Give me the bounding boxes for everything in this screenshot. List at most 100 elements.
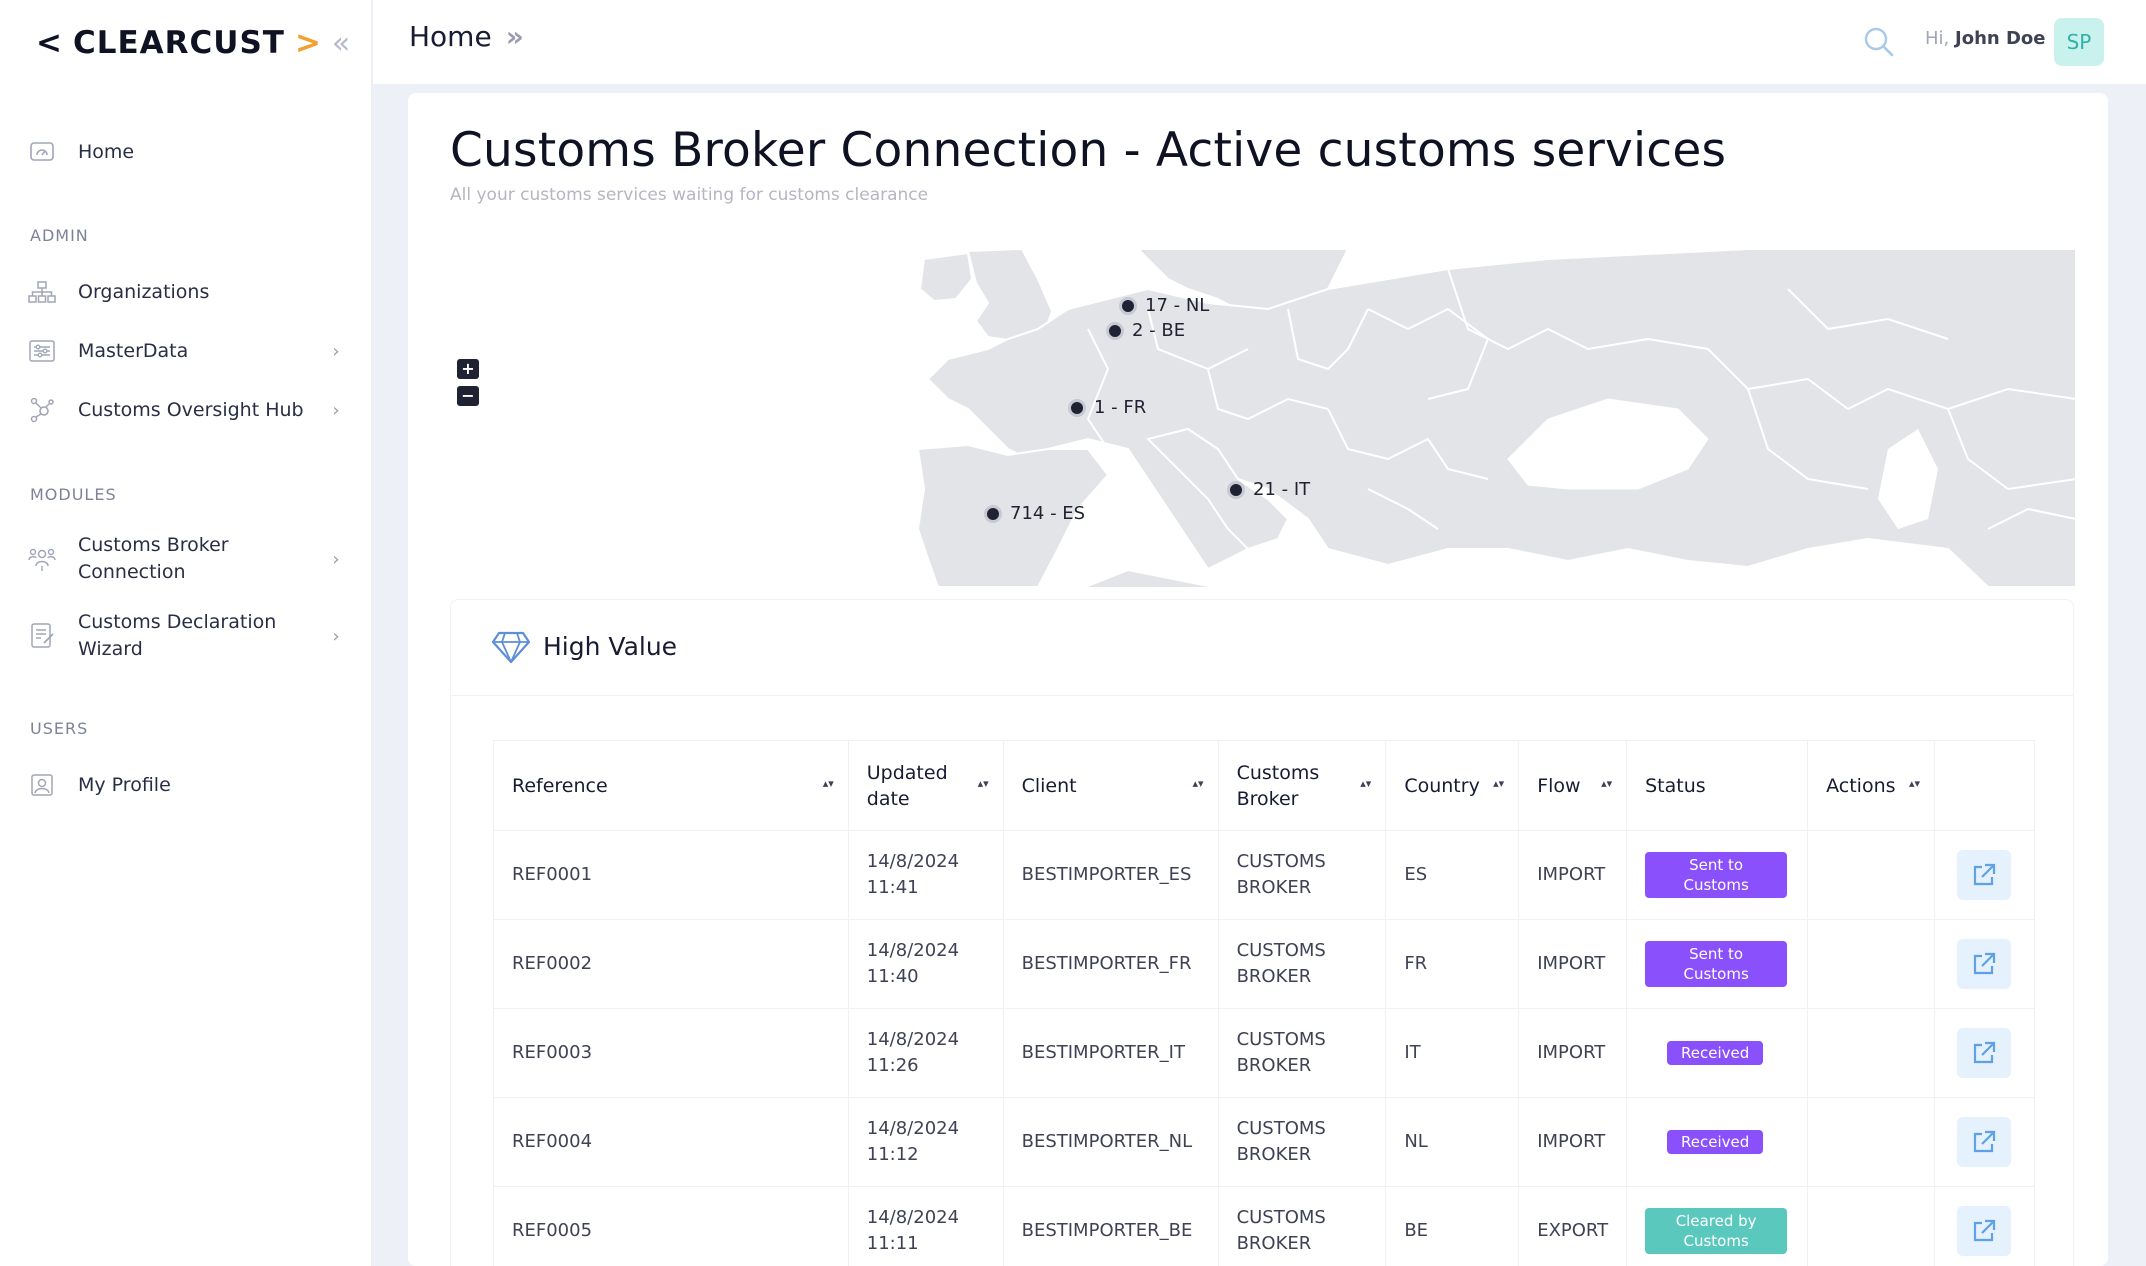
cell-reference: REF0001 — [493, 830, 849, 920]
column-header-actions[interactable]: Actions ▴▾ — [1807, 740, 1935, 831]
cell-broker-line-1: CUSTOMS — [1236, 851, 1326, 872]
header-label: Actions — [1826, 774, 1896, 797]
marker-label: 2 - BE — [1132, 320, 1186, 341]
table-row[interactable]: REF0004 14/8/2024 11:12 BESTIMPORTER_NL C… — [493, 1097, 2036, 1187]
sidebar-item-masterdata[interactable]: MasterData › — [28, 337, 344, 365]
map-marker-it[interactable]: 21 - IT — [1227, 479, 1310, 500]
top-bar: Home » Hi, John Doe SP — [373, 0, 2146, 84]
sort-icon[interactable]: ▴▾ — [1193, 771, 1204, 797]
cell-time: 11:40 — [866, 966, 919, 987]
table-row[interactable]: REF0002 14/8/2024 11:40 BESTIMPORTER_FR C… — [493, 919, 2036, 1009]
sidebar-item-organizations[interactable]: Organizations — [28, 278, 344, 306]
europe-map[interactable]: + − 17 - NL 2 - BE 1 - FR 21 - IT 714 - … — [448, 247, 2077, 588]
sitemap-icon — [28, 278, 56, 306]
cell-client: BESTIMPORTER_NL — [1002, 1097, 1219, 1187]
sidebar-item-my-profile[interactable]: My Profile — [28, 771, 344, 799]
greeting-text: Hi, — [1925, 28, 1950, 49]
open-record-button[interactable] — [1957, 850, 2012, 900]
table-row[interactable]: REF0001 14/8/2024 11:41 BESTIMPORTER_ES C… — [493, 830, 2036, 920]
status-badge: Sent to Customs — [1645, 852, 1788, 898]
label-line-2: Connection — [78, 561, 186, 583]
sidebar-item-home[interactable]: Home — [28, 138, 344, 166]
column-header-client[interactable]: Client ▴▾ — [1002, 740, 1219, 831]
cell-country: ES — [1385, 830, 1520, 920]
sidebar: < CLEARCUST > « Home ADMIN Organizations… — [0, 0, 372, 1266]
open-record-button[interactable] — [1957, 1117, 2012, 1167]
cell-status: Received — [1626, 1008, 1809, 1098]
map-marker-es[interactable]: 714 - ES — [984, 503, 1085, 524]
external-link-icon — [1974, 863, 1996, 886]
sidebar-item-label: My Profile — [78, 773, 171, 796]
sidebar-item-label: Customs Broker Connection — [78, 532, 328, 586]
cell-reference: REF0004 — [493, 1097, 849, 1187]
table-header-row: Reference ▴▾ Updated date ▴▾ Client ▴▾ Custo… — [493, 740, 2036, 831]
column-header-reference[interactable]: Reference ▴▾ — [493, 740, 849, 831]
cell-country: NL — [1385, 1097, 1520, 1187]
table-row[interactable]: REF0003 14/8/2024 11:26 BESTIMPORTER_IT C… — [493, 1008, 2036, 1098]
sort-icon[interactable]: ▴▾ — [1601, 771, 1612, 797]
open-record-button[interactable] — [1957, 939, 2012, 989]
chevron-right-icon: › — [332, 548, 340, 570]
cell-open — [1933, 1008, 2036, 1098]
sidebar-item-label: MasterData — [78, 339, 189, 362]
sort-icon[interactable]: ▴▾ — [1360, 771, 1371, 797]
header-label: Flow — [1537, 774, 1581, 797]
cell-actions — [1807, 919, 1935, 1009]
cell-updated-date: 14/8/2024 11:26 — [847, 1008, 1004, 1098]
user-name: John Doe — [1955, 28, 2046, 49]
cell-updated-date: 14/8/2024 11:41 — [847, 830, 1004, 920]
column-header-status: Status — [1626, 740, 1809, 831]
column-header-flow[interactable]: Flow ▴▾ — [1518, 740, 1628, 831]
sidebar-item-oversight-hub[interactable]: Customs Oversight Hub › — [28, 396, 344, 424]
cell-broker: CUSTOMS BROKER — [1217, 1186, 1387, 1266]
breadcrumb-home[interactable]: Home — [409, 20, 492, 53]
cell-status: Sent to Customs — [1626, 919, 1809, 1009]
sort-icon[interactable]: ▴▾ — [1909, 771, 1920, 797]
sidebar-item-broker-connection[interactable]: Customs Broker Connection › — [28, 532, 344, 586]
sort-icon[interactable]: ▴▾ — [978, 771, 989, 797]
column-header-customs-broker[interactable]: Customs Broker ▴▾ — [1217, 740, 1387, 831]
search-icon[interactable] — [1863, 26, 1895, 58]
cell-broker-line-2: BROKER — [1236, 1055, 1312, 1076]
cell-broker: CUSTOMS BROKER — [1217, 1008, 1387, 1098]
cell-date: 14/8/2024 — [866, 1118, 960, 1139]
high-value-header: High Value — [451, 600, 2073, 696]
app-logo[interactable]: < CLEARCUST > « — [36, 22, 351, 64]
sidebar-item-declaration-wizard[interactable]: Customs Declaration Wizard › — [28, 609, 344, 663]
cell-status: Sent to Customs — [1626, 830, 1809, 920]
status-line-1: Sent to — [1689, 856, 1744, 874]
double-chevron-icon: » — [505, 20, 524, 53]
chevron-right-icon: › — [332, 340, 340, 362]
map-marker-nl[interactable]: 17 - NL — [1119, 295, 1209, 316]
column-header-updated-date[interactable]: Updated date ▴▾ — [847, 740, 1004, 831]
open-record-button[interactable] — [1957, 1028, 2012, 1078]
header-label-line-1: Customs — [1236, 761, 1320, 784]
marker-dot — [1227, 480, 1245, 499]
sort-icon[interactable]: ▴▾ — [823, 771, 834, 797]
marker-dot — [984, 504, 1002, 523]
gem-icon — [491, 630, 531, 666]
avatar[interactable]: SP — [2054, 18, 2104, 66]
cell-updated-date: 14/8/2024 11:11 — [847, 1186, 1004, 1266]
cell-updated-date: 14/8/2024 11:40 — [847, 919, 1004, 1009]
cell-broker-line-2: BROKER — [1236, 966, 1312, 987]
marker-label: 1 - FR — [1094, 397, 1147, 418]
sidebar-collapse-icon[interactable]: « — [332, 26, 351, 61]
cell-open — [1933, 1186, 2036, 1266]
column-header-country[interactable]: Country ▴▾ — [1385, 740, 1520, 831]
open-record-button[interactable] — [1957, 1206, 2012, 1256]
cell-date: 14/8/2024 — [866, 940, 960, 961]
high-value-table: Reference ▴▾ Updated date ▴▾ Client ▴▾ Custo… — [493, 740, 2036, 1266]
sort-icon[interactable]: ▴▾ — [1493, 771, 1504, 797]
map-zoom-in-button[interactable]: + — [457, 359, 479, 379]
label-line-1: Customs Declaration — [78, 611, 277, 633]
cell-flow: IMPORT — [1518, 1008, 1628, 1098]
cell-time: 11:26 — [866, 1055, 919, 1076]
chevron-right-icon: › — [332, 399, 340, 421]
map-marker-fr[interactable]: 1 - FR — [1068, 397, 1146, 418]
header-label: Client — [1021, 774, 1077, 797]
table-row[interactable]: REF0005 14/8/2024 11:11 BESTIMPORTER_BE C… — [493, 1186, 2036, 1266]
map-marker-be[interactable]: 2 - BE — [1106, 320, 1185, 341]
map-zoom-out-button[interactable]: − — [457, 386, 479, 406]
hub-icon — [28, 396, 56, 424]
